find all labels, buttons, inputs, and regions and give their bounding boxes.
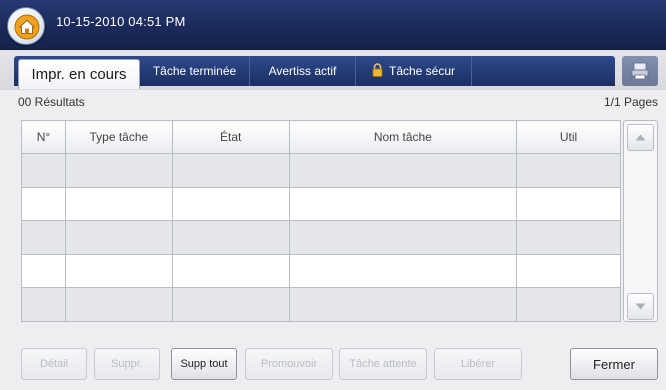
close-button[interactable]: Fermer: [570, 348, 658, 380]
table-row[interactable]: [21, 253, 621, 289]
scroll-down-button[interactable]: [627, 293, 654, 320]
detail-button[interactable]: Détail: [21, 348, 87, 380]
tab-completed[interactable]: Tâche terminée: [140, 56, 250, 86]
job-table: N° Type tâche État Nom tâche Util: [21, 120, 621, 322]
page-indicator: 1/1 Pages: [603, 95, 658, 109]
table-row[interactable]: [21, 287, 621, 322]
tab-printing[interactable]: Impr. en cours: [18, 59, 140, 89]
delete-all-button[interactable]: Supp tout: [171, 348, 237, 380]
tab-active-alerts[interactable]: Avertiss actif: [250, 56, 356, 86]
top-bar: 10-15-2010 04:51 PM: [0, 0, 666, 50]
scroll-up-button[interactable]: [627, 124, 654, 151]
column-header-status[interactable]: État: [171, 120, 290, 154]
release-button[interactable]: Libérer: [434, 348, 522, 380]
tab-secure-jobs[interactable]: Tâche sécur: [356, 56, 472, 86]
delete-button[interactable]: Suppr.: [94, 348, 160, 380]
tab-label: Impr. en cours: [31, 66, 127, 83]
arrow-up-icon: [635, 134, 646, 141]
tab-label: Tâche sécur: [388, 64, 456, 78]
printer-queue-icon: [631, 62, 649, 80]
home-button[interactable]: [7, 7, 45, 45]
table-row[interactable]: [21, 220, 621, 255]
table-row[interactable]: [21, 186, 621, 222]
lock-icon: [372, 62, 383, 80]
column-header-job-name[interactable]: Nom tâche: [288, 120, 518, 154]
datetime-display: 10-15-2010 04:51 PM: [56, 14, 186, 29]
promote-button[interactable]: Promouvoir: [245, 348, 333, 380]
results-count: 00 Résultats: [18, 95, 85, 109]
table-header-row: N° Type tâche État Nom tâche Util: [21, 120, 621, 154]
column-header-user[interactable]: Util: [516, 120, 621, 154]
home-icon: [14, 14, 40, 40]
queue-button[interactable]: [622, 56, 658, 86]
table-scrollbar[interactable]: [623, 120, 658, 322]
tab-label: Tâche terminée: [152, 64, 237, 78]
hold-job-button[interactable]: Tâche attente: [339, 348, 427, 380]
arrow-down-icon: [635, 303, 646, 310]
column-header-job-type[interactable]: Type tâche: [64, 120, 173, 154]
tab-label: Avertiss actif: [268, 64, 337, 78]
table-row[interactable]: [21, 153, 621, 188]
column-header-number[interactable]: N°: [21, 120, 66, 154]
